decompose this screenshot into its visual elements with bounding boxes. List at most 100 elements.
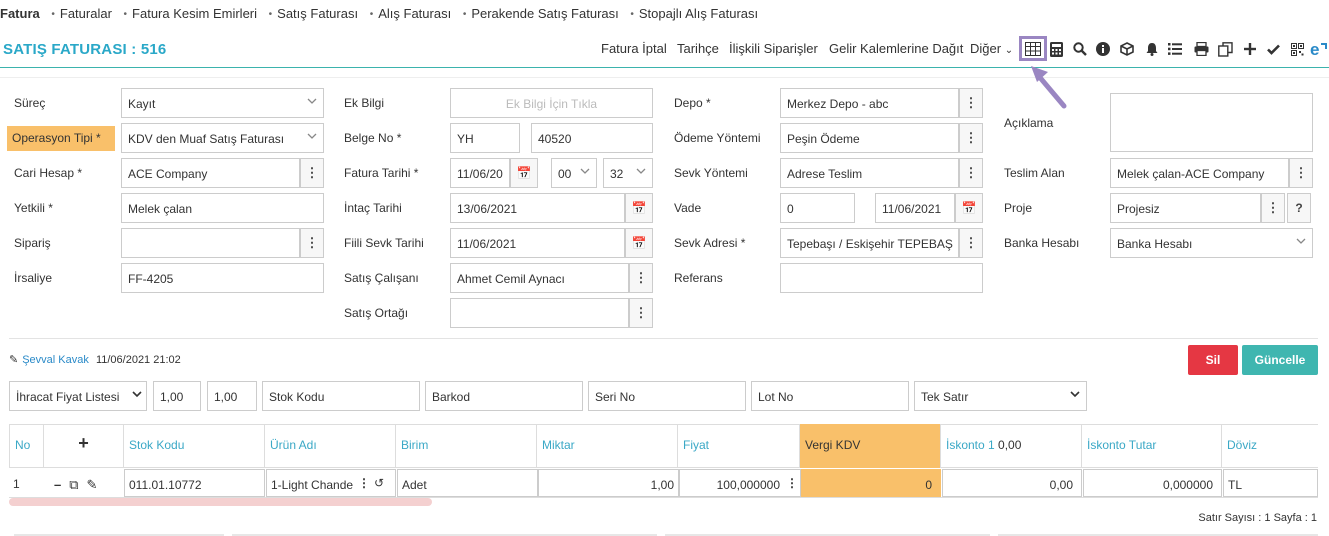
update-button[interactable]: Güncelle bbox=[1242, 345, 1318, 375]
satis-ortagi-input[interactable] bbox=[450, 298, 629, 328]
edit-row-icon[interactable]: ✎ bbox=[87, 477, 98, 492]
row-stok-kodu[interactable]: 011.01.10772 bbox=[124, 469, 265, 497]
iliskili-siparisler-link[interactable]: İlişkili Siparişler bbox=[729, 41, 818, 56]
calendar-icon[interactable]: 📅 bbox=[510, 158, 538, 188]
odeme-yontemi-input[interactable]: Peşin Ödeme bbox=[780, 123, 959, 153]
irsaliye-input[interactable]: FF-4205 bbox=[121, 263, 324, 293]
urun-more-icon[interactable]: ⋮ bbox=[358, 468, 372, 498]
siparis-more-icon[interactable]: ⋮ bbox=[300, 228, 324, 258]
history-icon[interactable]: ↺ bbox=[374, 468, 390, 498]
check-icon[interactable] bbox=[1263, 39, 1283, 59]
satis-calisani-more-icon[interactable]: ⋮ bbox=[629, 263, 653, 293]
rate-input-2[interactable]: 1,00 bbox=[207, 381, 257, 411]
rate-input-1[interactable]: 1,00 bbox=[153, 381, 201, 411]
row-doviz[interactable]: TL bbox=[1223, 469, 1318, 497]
add-row-button[interactable]: + bbox=[44, 424, 124, 468]
plus-icon[interactable] bbox=[1240, 39, 1260, 59]
copy-icon[interactable] bbox=[1215, 39, 1235, 59]
info-icon[interactable] bbox=[1093, 39, 1113, 59]
cube-icon[interactable] bbox=[1117, 39, 1137, 59]
col-birim[interactable]: Birim bbox=[396, 424, 537, 468]
sevk-yontemi-input[interactable]: Adrese Teslim bbox=[780, 158, 959, 188]
fatura-saat-select[interactable]: 00 bbox=[551, 158, 597, 188]
sevk-adresi-input[interactable]: Tepebaşı / Eskişehir TEPEBAŞ bbox=[780, 228, 959, 258]
proje-help-button[interactable]: ? bbox=[1287, 193, 1311, 223]
calendar-icon[interactable]: 📅 bbox=[625, 193, 653, 223]
belge-numara-input[interactable]: 40520 bbox=[531, 123, 653, 153]
price-list-select[interactable]: İhracat Fiyat Listesi bbox=[9, 381, 147, 411]
sevk-yontemi-more-icon[interactable]: ⋮ bbox=[959, 158, 983, 188]
audit-user[interactable]: Şevval Kavak bbox=[22, 354, 89, 366]
breadcrumb-faturalar[interactable]: Faturalar bbox=[51, 6, 112, 21]
row-birim[interactable]: Adet bbox=[397, 469, 538, 497]
breadcrumb-satis-faturasi[interactable]: Satış Faturası bbox=[269, 6, 358, 21]
cari-hesap-more-icon[interactable]: ⋮ bbox=[300, 158, 324, 188]
siparis-input[interactable] bbox=[121, 228, 300, 258]
horizontal-scrollbar[interactable] bbox=[9, 498, 432, 506]
teslim-alan-more-icon[interactable]: ⋮ bbox=[1289, 158, 1313, 188]
print-icon[interactable] bbox=[1191, 39, 1211, 59]
col-doviz[interactable]: Döviz bbox=[1222, 424, 1318, 468]
sevk-adresi-more-icon[interactable]: ⋮ bbox=[959, 228, 983, 258]
row-vergi-kdv[interactable]: 0 bbox=[801, 469, 941, 497]
vade-gun-input[interactable]: 0 bbox=[780, 193, 855, 223]
yetkili-input[interactable]: Melek çalan bbox=[121, 193, 324, 223]
proje-more-icon[interactable]: ⋮ bbox=[1261, 193, 1285, 223]
barkod-input[interactable]: Barkod bbox=[425, 381, 583, 411]
fiili-sevk-input[interactable]: 11/06/2021 bbox=[450, 228, 625, 258]
col-iskonto-tutar[interactable]: İskonto Tutar bbox=[1082, 424, 1222, 468]
row-miktar[interactable]: 1,00 bbox=[538, 469, 679, 497]
calculator-icon[interactable] bbox=[1046, 39, 1066, 59]
copy-row-icon[interactable]: ⧉ bbox=[69, 477, 78, 492]
depo-more-icon[interactable]: ⋮ bbox=[959, 88, 983, 118]
belge-seri-input[interactable]: YH bbox=[450, 123, 520, 153]
fiyat-more-icon[interactable]: ⋮ bbox=[786, 468, 798, 498]
lot-no-input[interactable]: Lot No bbox=[751, 381, 909, 411]
banka-hesabi-select[interactable]: Banka Hesabı bbox=[1110, 228, 1313, 258]
calendar-icon[interactable]: 📅 bbox=[625, 228, 653, 258]
odeme-yontemi-more-icon[interactable]: ⋮ bbox=[959, 123, 983, 153]
list-icon[interactable] bbox=[1165, 39, 1185, 59]
fatura-iptal-link[interactable]: Fatura İptal bbox=[601, 41, 667, 56]
surec-select[interactable]: Kayıt bbox=[121, 88, 324, 118]
row-iskonto-1[interactable]: 0,00 bbox=[942, 469, 1082, 497]
stok-kodu-input[interactable]: Stok Kodu bbox=[262, 381, 420, 411]
col-stok-kodu[interactable]: Stok Kodu bbox=[124, 424, 265, 468]
satis-calisani-input[interactable]: Ahmet Cemil Aynacı bbox=[450, 263, 629, 293]
tarihce-link[interactable]: Tarihçe bbox=[677, 41, 719, 56]
breadcrumb-kesim-emirleri[interactable]: Fatura Kesim Emirleri bbox=[124, 6, 257, 21]
calendar-icon[interactable]: 📅 bbox=[955, 193, 983, 223]
breadcrumb-fatura[interactable]: Fatura bbox=[0, 6, 40, 21]
diger-menu[interactable]: Diğer ⌄ bbox=[970, 41, 1013, 56]
seri-no-input[interactable]: Seri No bbox=[588, 381, 746, 411]
gelir-kalemleri-link[interactable]: Gelir Kalemlerine Dağıt bbox=[829, 41, 963, 56]
search-icon[interactable] bbox=[1070, 39, 1090, 59]
delete-button[interactable]: Sil bbox=[1188, 345, 1238, 375]
fatura-dakika-select[interactable]: 32 bbox=[603, 158, 653, 188]
col-urun-adi[interactable]: Ürün Adı bbox=[265, 424, 396, 468]
intac-tarihi-input[interactable]: 13/06/2021 bbox=[450, 193, 625, 223]
aciklama-textarea[interactable] bbox=[1110, 93, 1313, 152]
fatura-tarihi-input[interactable]: 11/06/20 bbox=[450, 158, 510, 188]
row-iskonto-tutar[interactable]: 0,000000 bbox=[1083, 469, 1222, 497]
breadcrumb-alis-faturasi[interactable]: Alış Faturası bbox=[370, 6, 451, 21]
proje-input[interactable]: Projesiz bbox=[1110, 193, 1261, 223]
bell-icon[interactable] bbox=[1142, 39, 1162, 59]
satis-ortagi-more-icon[interactable]: ⋮ bbox=[629, 298, 653, 328]
e-logo-icon[interactable]: e bbox=[1309, 39, 1329, 59]
col-miktar[interactable]: Miktar bbox=[537, 424, 678, 468]
remove-row-icon[interactable]: – bbox=[54, 477, 61, 492]
col-vergi-kdv[interactable]: Vergi KDV bbox=[800, 424, 941, 468]
qr-icon[interactable] bbox=[1287, 39, 1307, 59]
line-mode-select[interactable]: Tek Satır bbox=[914, 381, 1087, 411]
col-fiyat[interactable]: Fiyat bbox=[678, 424, 800, 468]
cari-hesap-input[interactable]: ACE Company bbox=[121, 158, 300, 188]
referans-input[interactable] bbox=[780, 263, 983, 293]
breadcrumb-stopajli[interactable]: Stopajlı Alış Faturası bbox=[630, 6, 758, 21]
row-fiyat[interactable]: 100,000000 bbox=[679, 469, 801, 497]
operasyon-tipi-select[interactable]: KDV den Muaf Satış Faturası bbox=[121, 123, 324, 153]
vade-tarih-input[interactable]: 11/06/2021 bbox=[875, 193, 955, 223]
teslim-alan-input[interactable]: Melek çalan-ACE Company bbox=[1110, 158, 1289, 188]
depo-input[interactable]: Merkez Depo - abc bbox=[780, 88, 959, 118]
ek-bilgi-input[interactable]: Ek Bilgi İçin Tıkla bbox=[450, 88, 653, 118]
